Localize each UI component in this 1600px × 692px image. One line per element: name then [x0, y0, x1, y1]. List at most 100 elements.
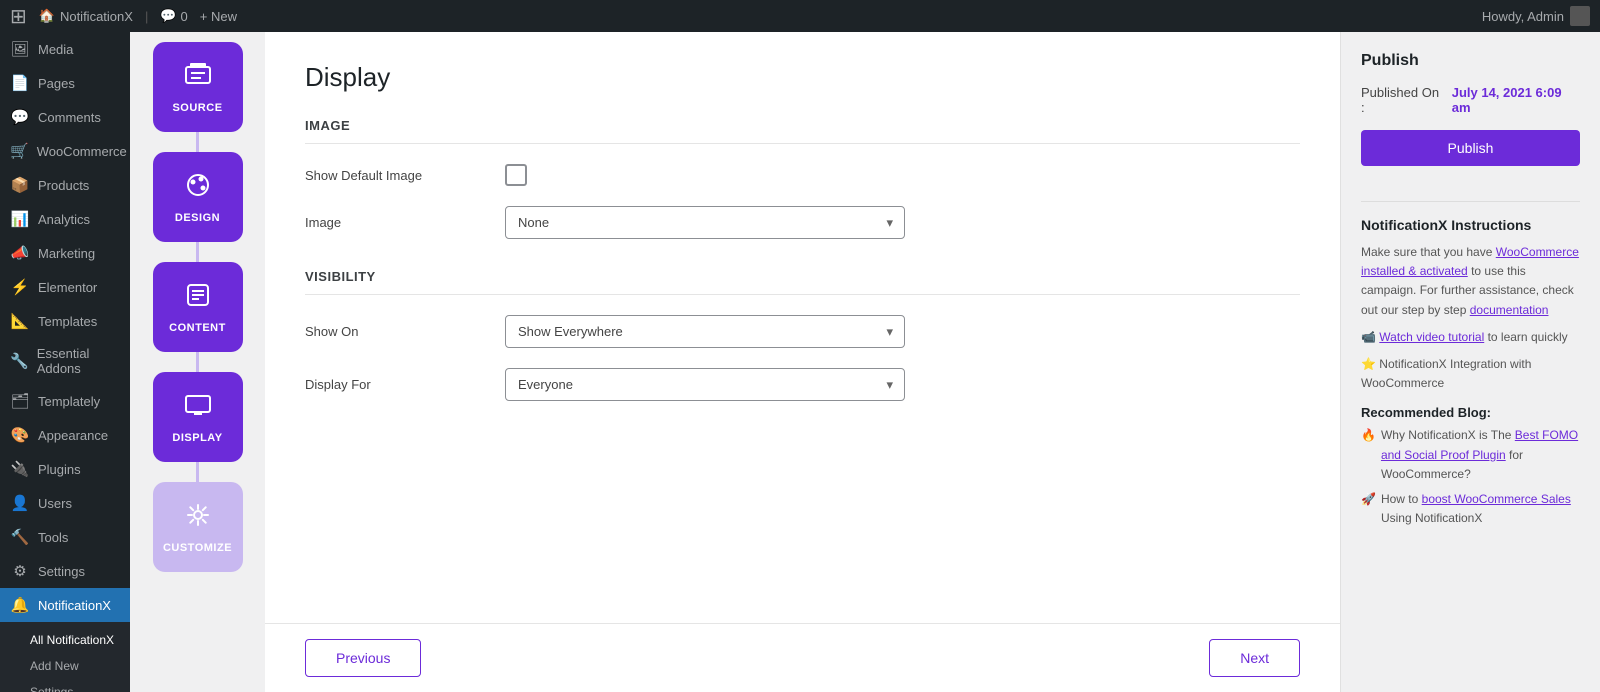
- sidebar-item-tools[interactable]: 🔨 Tools: [0, 520, 130, 554]
- customize-icon: [184, 501, 212, 536]
- show-on-control: Show Everywhere Selected Pages Exclude P…: [505, 315, 1005, 348]
- display-for-select-wrapper: Everyone Logged In Users Logged Out User…: [505, 368, 905, 401]
- source-icon: [184, 61, 212, 96]
- step-display[interactable]: DISPLAY: [153, 372, 243, 482]
- sidebar-item-marketing[interactable]: 📣 Marketing: [0, 236, 130, 270]
- display-icon: [184, 391, 212, 426]
- page-title: Display: [305, 62, 1300, 93]
- show-default-image-checkbox[interactable]: [505, 164, 527, 186]
- notificationx-submenu: All NotificationX Add New Settings Analy…: [0, 622, 130, 692]
- integration-row: ⭐ NotificationX Integration with WooComm…: [1361, 355, 1580, 393]
- star-icon: ⭐: [1361, 357, 1376, 371]
- display-for-label: Display For: [305, 377, 505, 392]
- essential-addons-icon: 🔧: [10, 352, 29, 370]
- display-for-control: Everyone Logged In Users Logged Out User…: [505, 368, 1005, 401]
- publish-title: Publish: [1361, 52, 1580, 70]
- step-design[interactable]: DESIGN: [153, 152, 243, 262]
- fire-icon: 🔥: [1361, 426, 1376, 484]
- templates-icon: 📐: [10, 312, 30, 330]
- sidebar-item-media[interactable]: 🖼 Media: [0, 32, 130, 66]
- right-sidebar: Publish Published On : July 14, 2021 6:0…: [1340, 32, 1600, 692]
- sidebar: 🖼 Media 📄 Pages 💬 Comments 🛒 WooCommerce…: [0, 32, 130, 692]
- sidebar-item-users[interactable]: 👤 Users: [0, 486, 130, 520]
- analytics-icon: 📊: [10, 210, 30, 228]
- step-connector-3: [196, 352, 199, 372]
- sidebar-item-essential-addons[interactable]: 🔧 Essential Addons: [0, 338, 130, 384]
- blog-item-1: 🔥 Why NotificationX is The Best FOMO and…: [1361, 426, 1580, 484]
- show-on-label: Show On: [305, 324, 505, 339]
- products-icon: 📦: [10, 176, 30, 194]
- show-on-select-wrapper: Show Everywhere Selected Pages Exclude P…: [505, 315, 905, 348]
- sidebar-item-pages[interactable]: 📄 Pages: [0, 66, 130, 100]
- nav-buttons: Previous Next: [265, 623, 1340, 692]
- sidebar-item-appearance[interactable]: 🎨 Appearance: [0, 418, 130, 452]
- site-name[interactable]: 🏠 NotificationX: [39, 8, 133, 24]
- wp-logo-icon: ⊞: [10, 4, 27, 29]
- topbar: ⊞ 🏠 NotificationX | 💬 0 + New Howdy, Adm…: [0, 0, 1600, 32]
- design-icon: [184, 171, 212, 206]
- step-connector-4: [196, 462, 199, 482]
- sidebar-item-comments[interactable]: 💬 Comments: [0, 100, 130, 134]
- main-content-area: Display IMAGE Show Default Image Image: [265, 32, 1340, 692]
- topbar-right: Howdy, Admin: [1482, 6, 1590, 26]
- users-icon: 👤: [10, 494, 30, 512]
- instructions-title: NotificationX Instructions: [1361, 217, 1580, 233]
- next-button[interactable]: Next: [1209, 639, 1300, 677]
- sidebar-item-woocommerce[interactable]: 🛒 WooCommerce: [0, 134, 130, 168]
- display-for-row: Display For Everyone Logged In Users Log…: [305, 368, 1300, 401]
- woocommerce-icon: 🛒: [10, 142, 29, 160]
- instructions-text: Make sure that you have WooCommerce inst…: [1361, 243, 1580, 320]
- home-icon: 🏠: [39, 8, 55, 24]
- step-connector-2: [196, 242, 199, 262]
- watch-video-row: 📹 Watch video tutorial to learn quickly: [1361, 328, 1580, 347]
- notificationx-icon: 🔔: [10, 596, 30, 614]
- rocket-icon: 🚀: [1361, 490, 1376, 528]
- step-connector-1: [196, 132, 199, 152]
- step-customize[interactable]: CUSTOMIZE: [153, 482, 243, 572]
- display-for-select[interactable]: Everyone Logged In Users Logged Out User…: [505, 368, 905, 401]
- visibility-section: VISIBILITY Show On Show Everywhere Selec…: [305, 269, 1300, 401]
- show-default-image-control: [505, 164, 1005, 186]
- show-default-image-label: Show Default Image: [305, 168, 505, 183]
- media-icon: 🖼: [10, 40, 30, 58]
- elementor-icon: ⚡: [10, 278, 30, 296]
- comment-icon: 💬: [160, 8, 176, 24]
- appearance-icon: 🎨: [10, 426, 30, 444]
- sidebar-item-templately[interactable]: 🗂 Templately: [0, 384, 130, 418]
- show-on-select[interactable]: Show Everywhere Selected Pages Exclude P…: [505, 315, 905, 348]
- user-avatar: [1570, 6, 1590, 26]
- marketing-icon: 📣: [10, 244, 30, 262]
- sidebar-item-settings[interactable]: ⚙ Settings: [0, 554, 130, 588]
- previous-button[interactable]: Previous: [305, 639, 421, 677]
- recommended-blog-title: Recommended Blog:: [1361, 405, 1580, 420]
- comment-count[interactable]: 💬 0: [160, 8, 187, 24]
- published-on-label: Published On :: [1361, 85, 1444, 115]
- sidebar-sub-settings[interactable]: Settings: [0, 679, 130, 692]
- publish-button[interactable]: Publish: [1361, 130, 1580, 166]
- image-section: IMAGE Show Default Image Image None Smal…: [305, 118, 1300, 239]
- sidebar-item-plugins[interactable]: 🔌 Plugins: [0, 452, 130, 486]
- step-source[interactable]: SOURCE: [153, 42, 243, 152]
- step-content[interactable]: CONTENT: [153, 262, 243, 372]
- sidebar-item-analytics[interactable]: 📊 Analytics: [0, 202, 130, 236]
- video-icon: 📹: [1361, 330, 1376, 344]
- settings-icon: ⚙: [10, 562, 30, 580]
- sidebar-item-templates[interactable]: 📐 Templates: [0, 304, 130, 338]
- sidebar-sub-add-new[interactable]: Add New: [0, 653, 130, 679]
- image-select[interactable]: None Small Medium Large: [505, 206, 905, 239]
- sidebar-item-notificationx[interactable]: 🔔 NotificationX: [0, 588, 130, 622]
- new-button[interactable]: + New: [200, 9, 237, 24]
- sidebar-item-elementor[interactable]: ⚡ Elementor: [0, 270, 130, 304]
- plugins-icon: 🔌: [10, 460, 30, 478]
- sidebar-item-products[interactable]: 📦 Products: [0, 168, 130, 202]
- blog-link-2[interactable]: boost WooCommerce Sales: [1422, 492, 1571, 506]
- publish-divider: [1361, 201, 1580, 202]
- sidebar-sub-all-notifications[interactable]: All NotificationX: [0, 627, 130, 653]
- templately-icon: 🗂: [10, 392, 30, 410]
- documentation-link[interactable]: documentation: [1470, 303, 1549, 317]
- comments-icon: 💬: [10, 108, 30, 126]
- tools-icon: 🔨: [10, 528, 30, 546]
- pages-icon: 📄: [10, 74, 30, 92]
- image-row: Image None Small Medium Large: [305, 206, 1300, 239]
- watch-video-link[interactable]: Watch video tutorial: [1379, 330, 1484, 344]
